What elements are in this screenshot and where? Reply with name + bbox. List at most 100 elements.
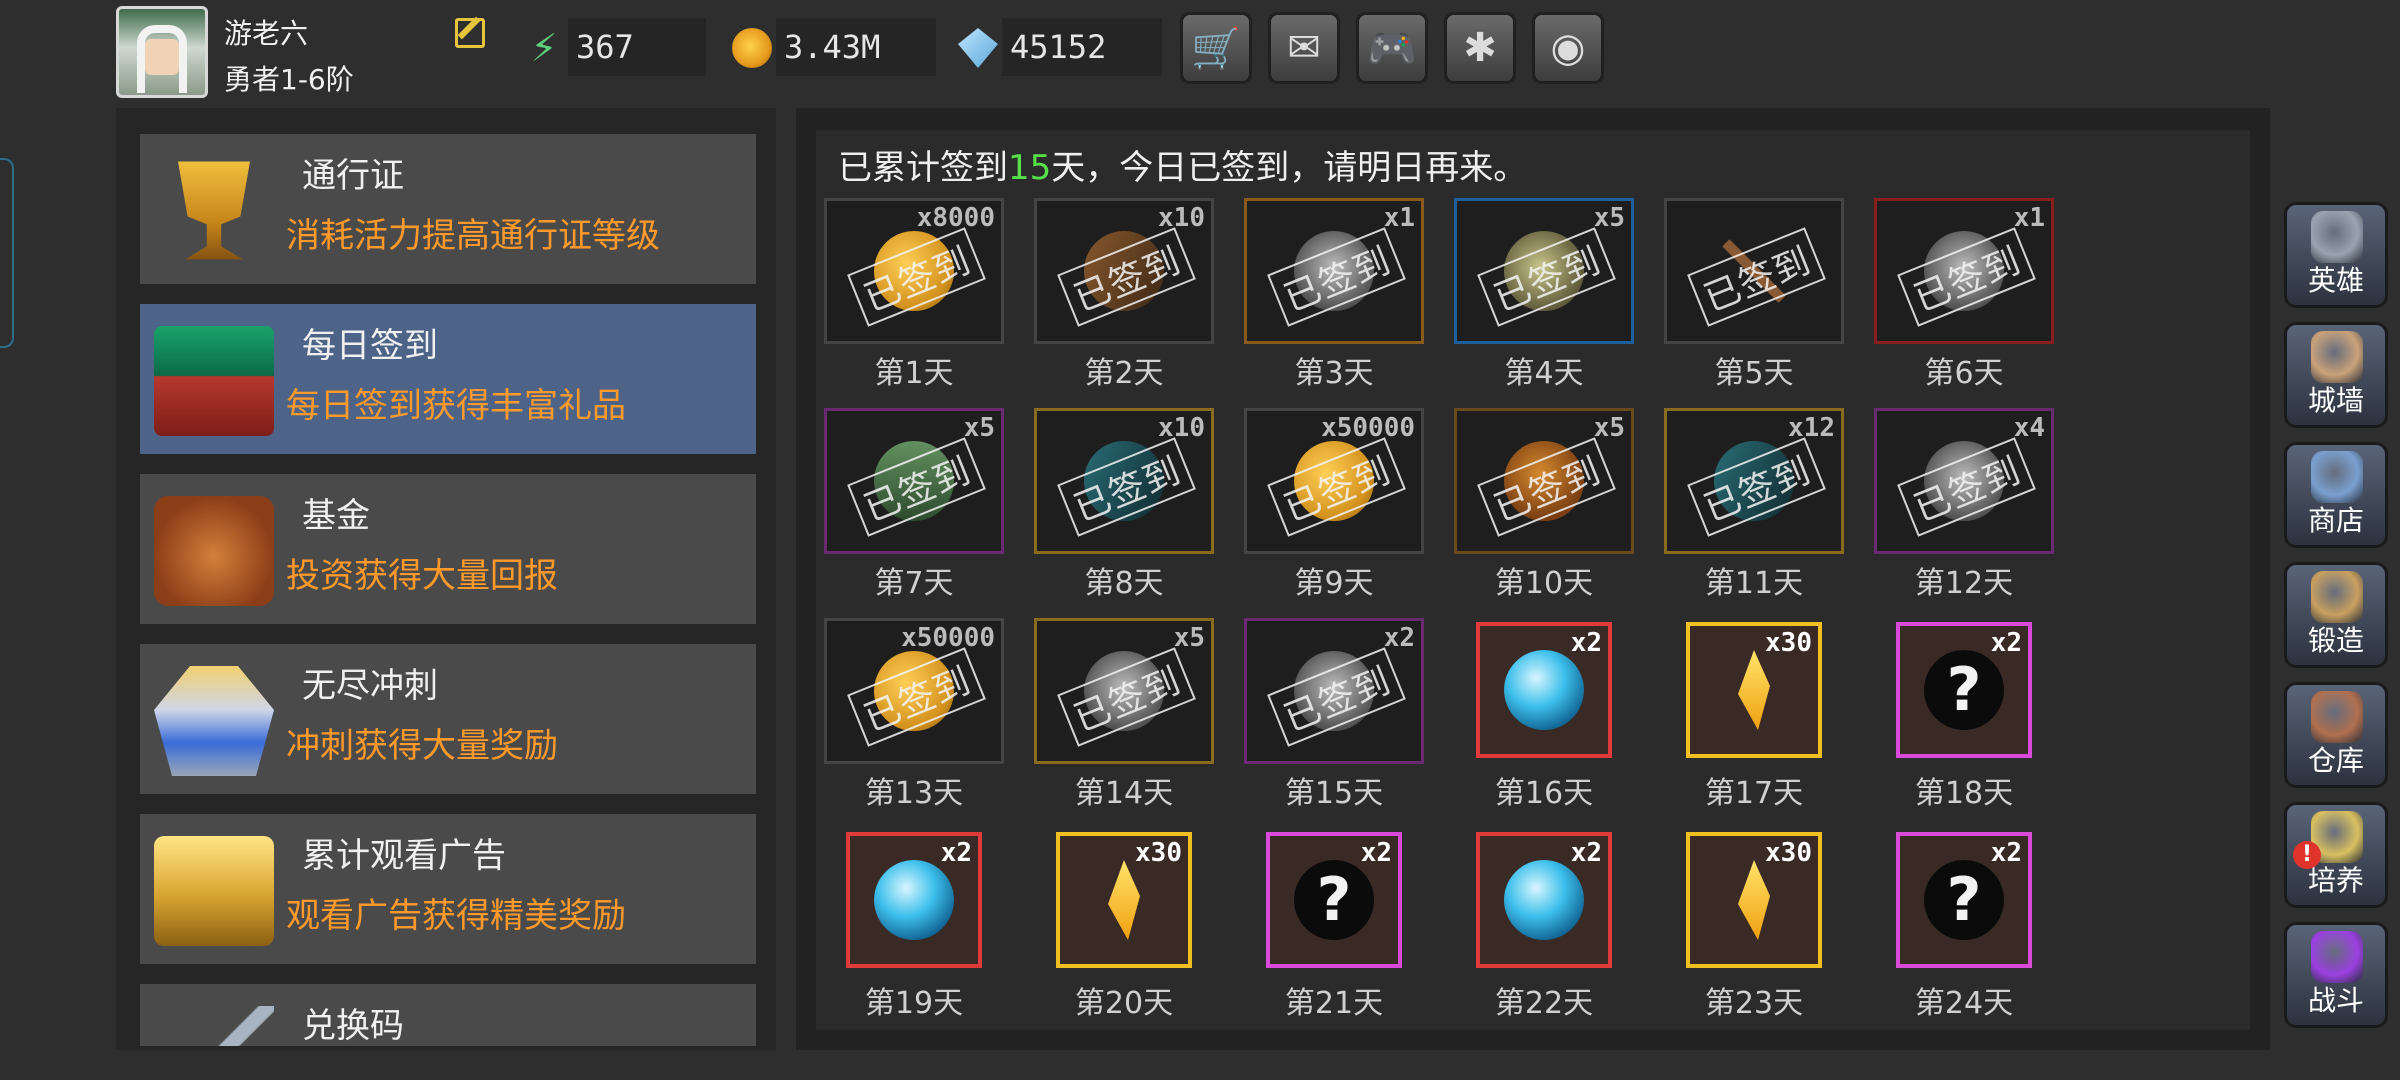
menu-item-description: 投资获得大量回报 [286, 556, 558, 596]
reward-day-label: 第8天 [1084, 566, 1164, 601]
reward-cell[interactable]: 已签到 第5天 [1664, 198, 1844, 391]
reward-cell[interactable]: x4 已签到 第12天 [1874, 408, 2054, 601]
energy-resource: ⚡ 367 [524, 18, 706, 76]
reward-frame: x30 [1686, 832, 1822, 968]
reward-cell[interactable]: x5 已签到 第10天 [1454, 408, 1634, 601]
signin-prefix: 已累计签到 [838, 148, 1008, 188]
avatar[interactable] [116, 6, 208, 98]
reward-cell[interactable]: x2 已签到 第15天 [1244, 618, 1424, 811]
reward-cell[interactable]: x5 已签到第4天 [1454, 198, 1634, 391]
menu-item[interactable]: 每日签到 每日签到获得丰富礼品 [140, 304, 756, 454]
menu-item[interactable]: 累计观看广告 观看广告获得精美奖励 [140, 814, 756, 964]
reward-frame: x50000 已签到 [1244, 408, 1424, 554]
reward-quantity: x1 [2013, 203, 2045, 233]
reward-day-label: 第4天 [1504, 356, 1584, 391]
cart-button[interactable]: 🛒 [1180, 12, 1252, 84]
reward-cell[interactable]: x1 已签到 第3天 [1244, 198, 1424, 391]
side-nav-label: 英雄 [2307, 264, 2364, 297]
reward-cell[interactable]: x12 已签到 第11天 [1664, 408, 1844, 601]
reward-frame: x5 已签到 [1454, 408, 1634, 554]
reward-quantity: x2 [1570, 628, 1602, 658]
reward-cell[interactable]: x8000 已签到第1天 [824, 198, 1004, 391]
reward-cell[interactable]: x50000 已签到 第9天 [1244, 408, 1424, 601]
edit-icon[interactable] [455, 18, 485, 48]
reward-day-label: 第7天 [874, 566, 954, 601]
reward-cell[interactable]: x30 第17天 [1664, 618, 1844, 811]
reward-cell[interactable]: x2 第22天 [1454, 828, 1634, 1021]
menu-item[interactable]: 基金 投资获得大量回报 [140, 474, 756, 624]
signin-suffix: 天，今日已签到，请明日再来。 [1051, 148, 1528, 188]
crystal-icon [1738, 860, 1770, 940]
side-nav-label: 商店 [2307, 504, 2364, 537]
reward-day-label: 第12天 [1914, 566, 2014, 601]
reward-cell[interactable]: x10 已签到 第8天 [1034, 408, 1214, 601]
reward-quantity: x8000 [916, 203, 995, 233]
reward-cell[interactable]: x5 已签到第14天 [1034, 618, 1214, 811]
menu-item[interactable]: 无尽冲刺 冲刺获得大量奖励 [140, 644, 756, 794]
menu-item-title: 兑换码 [302, 1006, 404, 1046]
side-nav-portal[interactable]: 战斗 [2284, 922, 2388, 1028]
reward-frame: ? x2 [1896, 832, 2032, 968]
menu-item[interactable]: 兑换码 [140, 984, 756, 1046]
side-nav-trophy[interactable]: 培养! [2284, 802, 2388, 908]
reward-day-label: 第1天 [874, 356, 954, 391]
gold-value: 3.43M [776, 18, 936, 76]
reward-cell[interactable]: x50000 已签到 第13天 [824, 618, 1004, 811]
reward-frame: x2 [1476, 832, 1612, 968]
reward-cell[interactable]: x30 第23天 [1664, 828, 1844, 1021]
reward-cell[interactable]: ? x2 第18天 [1874, 618, 2054, 811]
menu-item-title: 无尽冲刺 [302, 666, 438, 706]
side-nav-shop[interactable]: 商店 [2284, 442, 2388, 548]
reward-cell[interactable]: ? x2 第24天 [1874, 828, 2054, 1021]
reward-quantity: x30 [1765, 838, 1812, 868]
reward-cell[interactable]: x10 已签到 第2天 [1034, 198, 1214, 391]
reward-quantity: x2 [1383, 623, 1415, 653]
side-nav-castle-wall[interactable]: 城墙 [2284, 322, 2388, 428]
reward-quantity: x5 [1173, 623, 1205, 653]
reward-frame: x5 已签到 [1454, 198, 1634, 344]
side-nav-label: 战斗 [2307, 984, 2364, 1017]
reward-cell[interactable]: x2 第16天 [1454, 618, 1634, 811]
reward-day-label: 第23天 [1704, 986, 1804, 1021]
reward-quantity: x1 [1383, 203, 1415, 233]
alert-badge: ! [2293, 841, 2321, 869]
reward-quantity: x30 [1765, 628, 1812, 658]
reward-day-label: 第14天 [1074, 776, 1174, 811]
crystal-icon [1108, 860, 1140, 940]
reward-frame: x30 [1686, 622, 1822, 758]
reward-cell[interactable]: x5 已签到 第7天 [824, 408, 1004, 601]
reward-frame: x2 [1476, 622, 1612, 758]
gold-icon [732, 28, 772, 68]
side-nav-helmet[interactable]: 英雄 [2284, 202, 2388, 308]
side-nav-warehouse[interactable]: 仓库 [2284, 682, 2388, 788]
reward-cell[interactable]: x1 已签到 第6天 [1874, 198, 2054, 391]
player-name: 游老六 [224, 17, 309, 50]
reward-cell[interactable]: x2 第19天 [824, 828, 1004, 1021]
energy-icon: ⚡ [530, 26, 558, 70]
reward-day-label: 第18天 [1914, 776, 2014, 811]
reward-frame: x30 [1056, 832, 1192, 968]
goblet-icon [178, 161, 250, 260]
reward-cell[interactable]: ? x2 第21天 [1244, 828, 1424, 1021]
reward-quantity: x30 [1135, 838, 1182, 868]
avatar-face [145, 39, 179, 75]
crystal-icon [1738, 650, 1770, 730]
menu-item[interactable]: 通行证 消耗活力提高通行证等级 [140, 134, 756, 284]
side-nav-anvil[interactable]: 锻造 [2284, 562, 2388, 668]
reward-day-label: 第11天 [1704, 566, 1804, 601]
gem-icon [958, 28, 998, 68]
question-icon: ? [1924, 860, 2004, 940]
reward-frame: x8000 已签到 [824, 198, 1004, 344]
activity-menu: 通行证 消耗活力提高通行证等级 每日签到 每日签到获得丰富礼品 基金 投资获得大量回报 无尽… [116, 108, 776, 1050]
color-wheel-button[interactable]: ◉ [1532, 12, 1604, 84]
reward-day-label: 第22天 [1494, 986, 1594, 1021]
reward-frame: x5 已签到 [1034, 618, 1214, 764]
reward-quantity: x12 [1788, 413, 1835, 443]
mail-button[interactable]: ✉ [1268, 12, 1340, 84]
gamepad-button[interactable]: 🎮 [1356, 12, 1428, 84]
reward-day-label: 第5天 [1714, 356, 1794, 391]
color-wheel-icon: ◉ [1550, 25, 1586, 71]
reward-cell[interactable]: x30 第20天 [1034, 828, 1214, 1021]
gear-button[interactable]: ✱ [1444, 12, 1516, 84]
left-edge-tab[interactable] [0, 158, 14, 348]
